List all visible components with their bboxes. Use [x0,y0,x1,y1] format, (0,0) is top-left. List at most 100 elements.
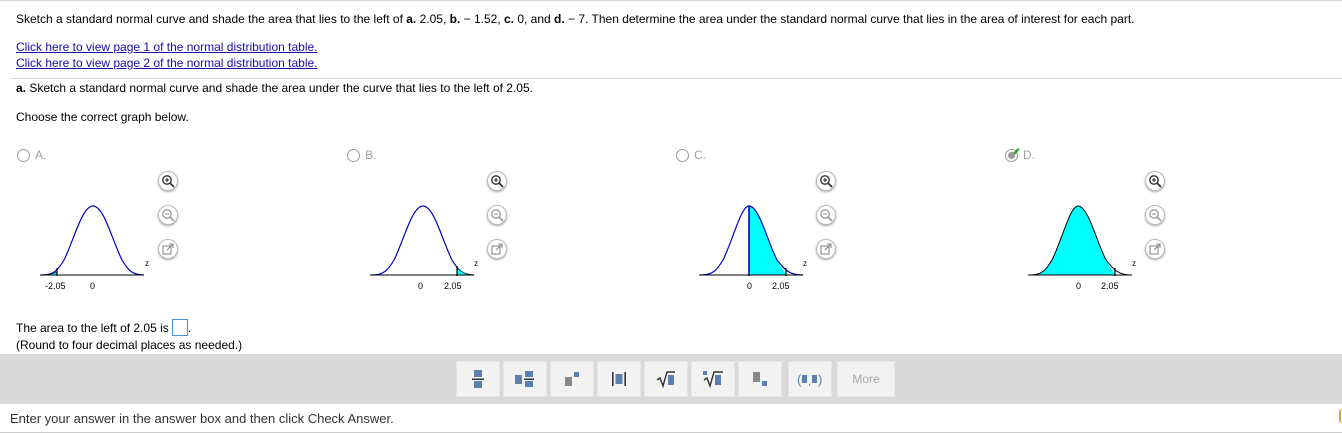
ordered-pair-button[interactable]: (,) [788,361,832,397]
popout-icon [1149,243,1161,255]
option-a-popout-button[interactable] [158,239,178,259]
absolute-value-icon [612,372,626,386]
option-b-shade [456,267,475,276]
option-d-zoom-in-button[interactable] [1145,171,1165,191]
table-page2-link[interactable]: Click here to view page 2 of the normal … [16,56,318,70]
square-root-button[interactable] [644,361,688,397]
option-a-zoom-in-button[interactable] [158,171,178,191]
popout-icon [162,243,174,255]
option-a[interactable]: A. [17,148,46,162]
popout-icon [820,243,832,255]
part-a-instruction: a. Sketch a standard normal curve and sh… [16,81,533,95]
option-a-graph: -2.05 0 z [40,205,149,291]
option-d-popout-button[interactable] [1145,239,1165,259]
status-footer: Enter your answer in the answer box and … [0,404,1342,433]
divider [10,78,1342,79]
answer-prompt: The area to the left of 2.05 is [16,320,169,335]
answer-suffix: . [187,320,192,335]
zoom-out-icon [162,209,175,222]
svg-text:(: ( [797,372,802,387]
option-b-zoom-out-button[interactable] [487,205,507,225]
option-d-tick-left: 0 [1076,281,1081,291]
option-a-tick-left: -2.05 [45,281,66,291]
correct-check-icon: ✔ [1010,144,1021,160]
answer-input[interactable] [171,319,188,336]
square-root-icon [656,371,675,389]
part-d-value: − 7 [564,12,586,26]
svg-text:,: , [808,376,811,388]
popout-icon [491,243,503,255]
option-d-zoom-out-button[interactable] [1145,205,1165,225]
top-border [0,0,1342,1]
mixed-number-icon [515,371,534,387]
zoom-out-icon [491,209,504,222]
option-b-tick-right: 2.05 [444,281,462,291]
question-outro: . Then determine the area under the stan… [585,12,1135,26]
part-b-value: − 1.52, [460,12,504,26]
nth-root-button[interactable] [691,361,735,397]
option-c-graph: 0 2.05 z [699,205,807,291]
part-a-marker: a. [406,12,417,26]
option-d-radio[interactable]: ✔ [1005,145,1021,162]
option-d[interactable]: ✔ D. [1005,145,1035,162]
choose-instruction: Choose the correct graph below. [16,110,189,124]
math-toolbar: (,) More [0,354,1342,404]
part-b-marker: b. [449,12,461,26]
option-c-popout-button[interactable] [816,239,836,259]
table-page1-link[interactable]: Click here to view page 1 of the normal … [16,40,318,54]
absolute-value-button[interactable] [597,361,641,397]
option-b-zoom-in-button[interactable] [487,171,507,191]
option-b-popout-button[interactable] [487,239,507,259]
option-b-radio[interactable] [347,148,360,162]
fraction-button[interactable] [456,361,500,397]
exponent-icon [565,372,579,386]
part-c-value: 0, and [514,12,555,26]
option-c-tick-left: 0 [747,281,752,291]
option-d-label: D. [1023,148,1035,162]
option-d-z-label: z [1132,259,1136,268]
option-a-curve [41,205,145,276]
option-b[interactable]: B. [347,148,376,162]
option-a-zoom-out-button[interactable] [158,205,178,225]
zoom-out-icon [820,209,833,222]
status-message: Enter your answer in the answer box and … [10,411,394,426]
part-c-marker: c. [503,12,514,26]
part-a-text: Sketch a standard normal curve and shade… [26,81,533,95]
zoom-in-icon [820,175,833,188]
svg-text:): ) [818,372,822,387]
question-text: Sketch a standard normal curve and shade… [16,12,1135,26]
zoom-in-icon [491,175,504,188]
part-a-value: 2.05, [416,12,450,26]
option-d-graph: 0 2.05 z [1028,205,1136,291]
answer-line: The area to the left of 2.05 is . [16,319,191,336]
option-c[interactable]: C. [676,148,706,162]
ordered-pair-icon: (,) [797,372,822,388]
mixed-number-button[interactable] [503,361,547,397]
part-d-marker: d. [554,12,565,26]
option-c-zoom-in-button[interactable] [816,171,836,191]
option-c-radio[interactable] [676,148,689,162]
option-d-tick-right: 2.05 [1101,281,1119,291]
subscript-button[interactable] [738,361,782,397]
zoom-out-icon [1149,209,1162,222]
option-c-left-half [701,206,749,275]
option-c-zoom-out-button[interactable] [816,205,836,225]
subscript-icon [753,372,767,386]
option-c-label: C. [694,148,706,162]
option-b-label: B. [365,148,377,162]
option-b-graph: 0 2.05 z [370,205,478,291]
zoom-in-icon [1149,175,1162,188]
option-d-shade [1030,206,1115,275]
option-b-curve [371,205,475,276]
option-b-z-label: z [474,259,478,268]
nth-root-icon [703,371,723,389]
fraction-icon [472,370,484,388]
more-button[interactable]: More [837,361,895,397]
exponent-button[interactable] [550,361,594,397]
option-a-z-label: z [145,259,149,268]
part-a-label: a. [16,81,27,95]
option-a-radio[interactable] [17,148,30,162]
option-c-z-label: z [803,259,807,268]
question-intro: Sketch a standard normal curve and shade… [16,12,407,26]
option-b-tick-left: 0 [418,281,423,291]
